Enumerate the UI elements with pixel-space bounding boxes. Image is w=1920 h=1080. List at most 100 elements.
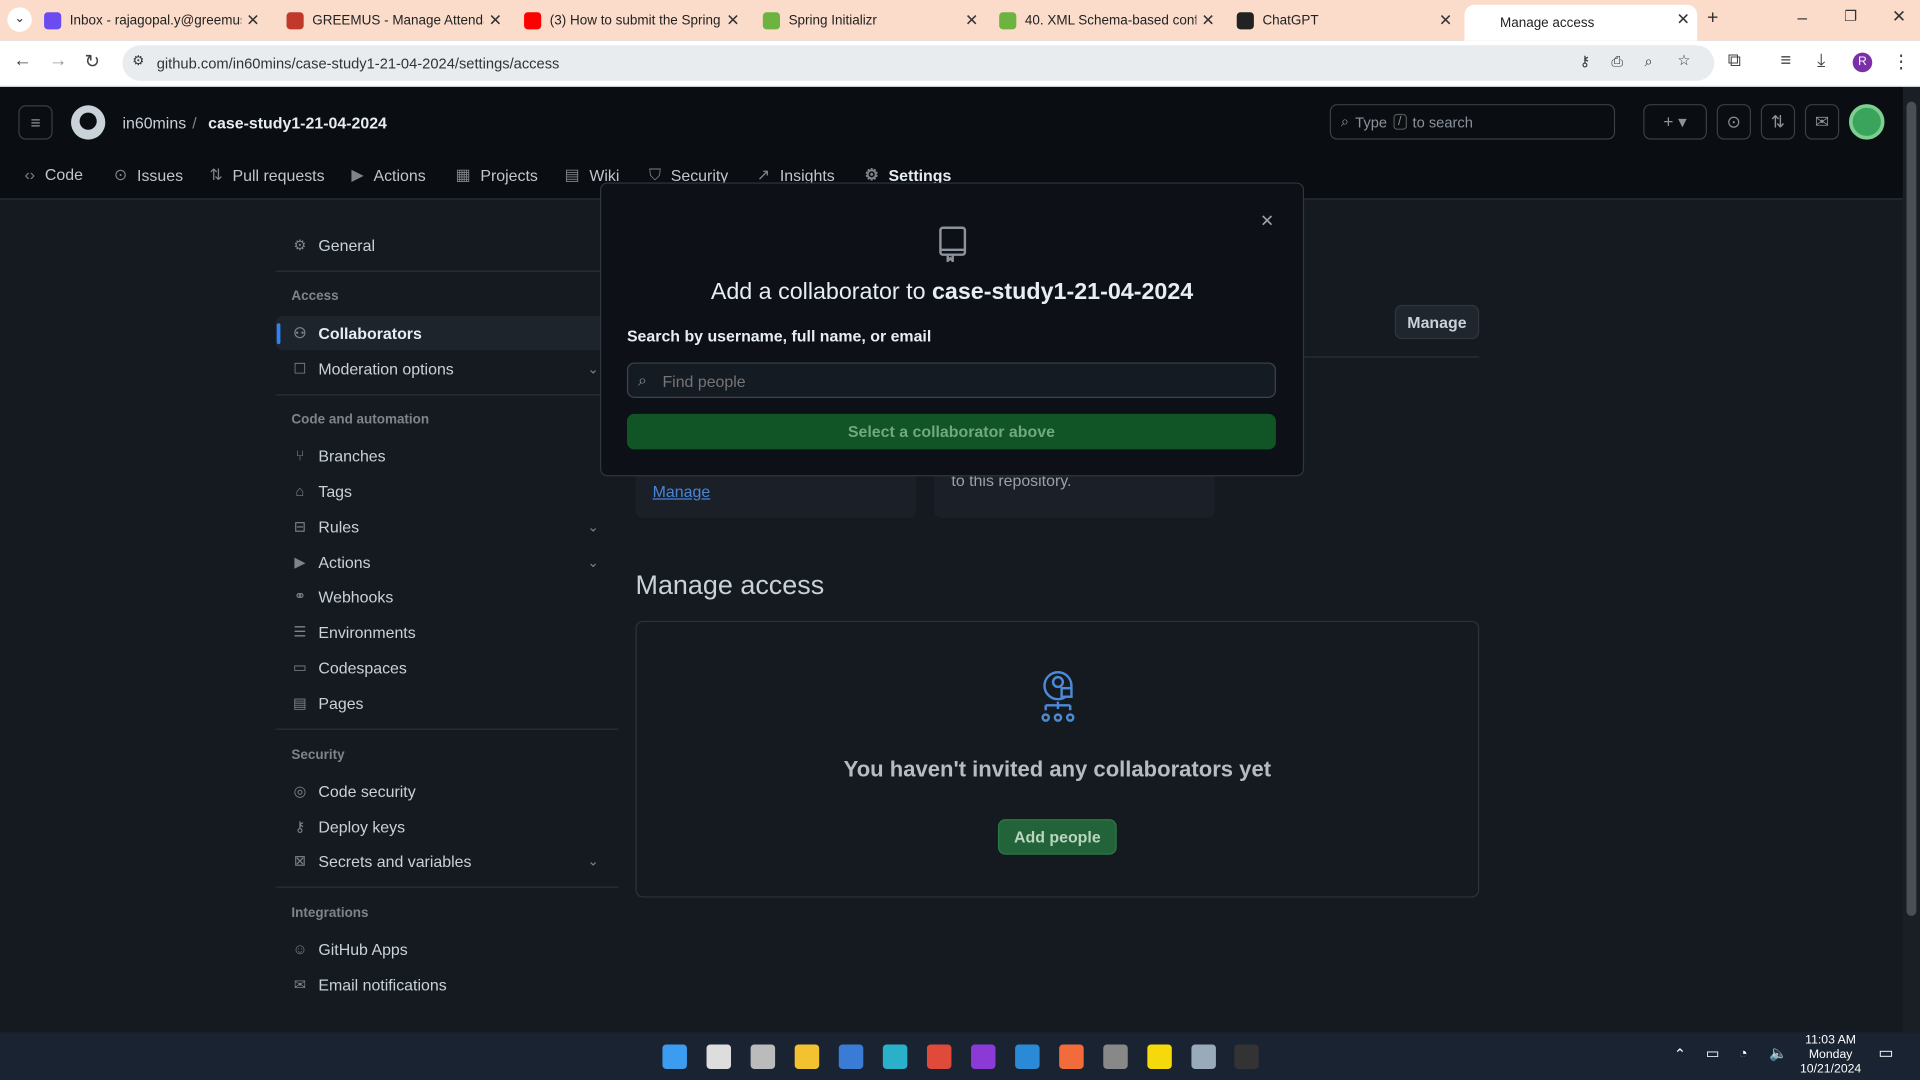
issues-icon[interactable]: ⊙ [1716,104,1752,140]
tab-close-icon[interactable]: ✕ [246,11,259,31]
media-icon[interactable]: ≡ [1780,50,1791,71]
chevron-down-icon[interactable]: ⌄ [587,361,598,377]
menu-dots-icon[interactable]: ⋮ [1892,50,1910,72]
taskbar-chrome-icon[interactable] [926,1044,952,1069]
sidebar-item-deploy-keys[interactable]: ⚷ Deploy keys [276,809,619,843]
sidebar-item-secrets[interactable]: ⊠ Secrets and variables ⌄ [276,844,619,878]
tab-close-icon[interactable]: ✕ [489,11,502,31]
volume-icon[interactable]: 🔈 [1769,1044,1787,1061]
password-key-icon[interactable]: ⚷ [1580,53,1591,70]
tab-code[interactable]: ‹› Code [24,165,82,183]
browser-tab[interactable]: Manage access ✕ [1464,4,1698,41]
tray-chevron-icon[interactable]: ⌃ [1674,1046,1686,1063]
url-text: github.com/in60mins/case-study1-21-04-20… [156,55,560,73]
bookmark-star-icon[interactable]: ☆ [1678,51,1691,68]
browser-tab[interactable]: 40. XML Schema-based configuration ✕ [989,6,1222,35]
tab-close-icon[interactable]: ✕ [726,11,739,31]
sidebar-item-rules[interactable]: ⊟ Rules ⌄ [276,509,619,543]
taskbar-edge-icon[interactable] [882,1044,908,1069]
owner-link[interactable]: in60mins [122,114,186,132]
pull-requests-icon[interactable]: ⇅ [1760,104,1796,140]
create-new-button[interactable]: + ▾ [1643,104,1707,140]
url-bar[interactable]: ⚙ github.com/in60mins/case-study1-21-04-… [122,45,1715,81]
install-icon[interactable]: ⎙ [1611,53,1623,71]
sidebar-item-branches[interactable]: ⑂ Branches [276,438,619,472]
sidebar-item-actions[interactable]: ▶ Actions ⌄ [276,545,619,579]
download-icon[interactable]: ⤓ [1817,50,1825,71]
tab-close-icon[interactable]: ✕ [1676,10,1689,30]
sidebar-item-tags[interactable]: ⌂ Tags [276,474,619,508]
minimize-button[interactable]: – [1798,7,1808,27]
tab-issues[interactable]: ⊙ Issues [114,165,183,185]
sidebar-item-github-apps[interactable]: ☺ GitHub Apps [276,932,619,966]
taskbar-sticky-notes-icon[interactable] [1147,1044,1172,1069]
sidebar-item-email[interactable]: ✉ Email notifications [276,967,619,1001]
site-info-icon[interactable]: ⚙ [132,53,144,69]
tab-close-icon[interactable]: ✕ [965,11,978,31]
taskbar-search-icon[interactable] [706,1044,732,1069]
tab-search-button[interactable]: ⌄ [7,7,32,32]
taskbar-file-explorer-icon[interactable] [794,1044,820,1069]
extensions-icon[interactable]: ⧉ [1728,50,1741,71]
sidebar-item-pages[interactable]: ▤ Pages [276,686,619,720]
sidebar-item-general[interactable]: ⚙ General [276,228,619,262]
inbox-icon[interactable]: ✉ [1804,104,1840,140]
search-input[interactable]: ⌕ Type / to search [1329,104,1616,140]
taskbar-snipping-icon[interactable] [1103,1044,1128,1069]
new-tab-button[interactable]: + [1707,7,1718,29]
chevron-down-icon[interactable]: ⌄ [587,853,598,869]
sidebar-item-code-security[interactable]: ◎ Code security [276,774,619,808]
add-people-button[interactable]: Add people [997,819,1117,855]
sidebar-heading: Integrations [291,906,369,921]
taskbar-start-icon[interactable] [662,1044,687,1069]
github-logo-icon[interactable] [71,105,106,140]
tab-pull-requests[interactable]: ⇅ Pull requests [209,165,324,185]
page-scrollbar[interactable] [1902,86,1920,1033]
clock[interactable]: 11:03 AM Monday 10/21/2024 [1790,1033,1871,1077]
repo-link[interactable]: case-study1-21-04-2024 [208,114,387,132]
empty-state-text: You haven't invited any collaborators ye… [843,756,1272,782]
taskbar-intellij-icon[interactable] [971,1044,996,1069]
hamburger-menu-button[interactable]: ≡ [18,105,53,140]
find-people-input[interactable]: ⌕ [626,362,1276,398]
sidebar-item-webhooks[interactable]: ⚭ Webhooks [276,579,619,613]
manage-button[interactable]: Manage [1394,304,1480,340]
chevron-down-icon[interactable]: ⌄ [587,554,598,570]
sidebar-item-codespaces[interactable]: ▭ Codespaces [276,650,619,684]
wifi-icon[interactable]: ◔ [1739,1044,1748,1061]
taskbar-store-icon[interactable] [838,1044,864,1069]
forward-icon[interactable]: → [49,50,67,71]
card-manage-link[interactable]: Manage [653,482,711,500]
taskbar-terminal-icon[interactable] [1234,1044,1259,1069]
browser-tab[interactable]: Inbox - rajagopal.y@greemus.in ✕ [34,6,267,35]
select-collaborator-button[interactable]: Select a collaborator above [626,413,1276,450]
sidebar-item-collaborators[interactable]: ⚇ Collaborators [275,315,619,351]
restore-button[interactable]: ❐ [1844,7,1857,24]
tab-projects[interactable]: ▦ Projects [456,165,538,185]
sidebar-item-moderation[interactable]: ☐ Moderation options ⌄ [276,351,619,385]
tab-close-icon[interactable]: ✕ [1439,11,1452,31]
sidebar-item-environments[interactable]: ☰ Environments [276,615,619,649]
add-collaborator-dialog: ✕ Add a collaborator to case-study1-21-0… [600,182,1305,477]
notifications-icon[interactable]: ▭ [1878,1043,1893,1063]
close-icon[interactable]: ✕ [1260,211,1274,232]
profile-avatar[interactable]: R [1852,52,1873,73]
favicon-icon [1474,14,1492,32]
taskbar-vscode-icon[interactable] [1015,1044,1040,1069]
tab-actions[interactable]: ▶ Actions [351,165,425,185]
browser-tab[interactable]: (3) How to submit the Spring Boot ✕ [514,6,747,35]
window-close-button[interactable]: ✕ [1892,6,1906,27]
tab-close-icon[interactable]: ✕ [1201,11,1214,31]
taskbar-task-view-icon[interactable] [750,1044,776,1069]
user-avatar[interactable] [1848,104,1885,140]
browser-tab[interactable]: Spring Initializr ✕ [753,6,986,35]
browser-tab[interactable]: ChatGPT ✕ [1227,6,1460,35]
taskbar-postman-icon[interactable] [1059,1044,1084,1069]
browser-tab[interactable]: GREEMUS - Manage Attendance ✕ [277,6,510,35]
back-icon[interactable]: ← [13,50,31,71]
zoom-icon[interactable]: ⌕ [1644,53,1652,71]
chevron-down-icon[interactable]: ⌄ [587,519,598,535]
taskbar-notepad-icon[interactable] [1191,1044,1216,1069]
find-people-field[interactable] [662,368,1263,394]
reload-icon[interactable]: ↻ [84,50,99,72]
